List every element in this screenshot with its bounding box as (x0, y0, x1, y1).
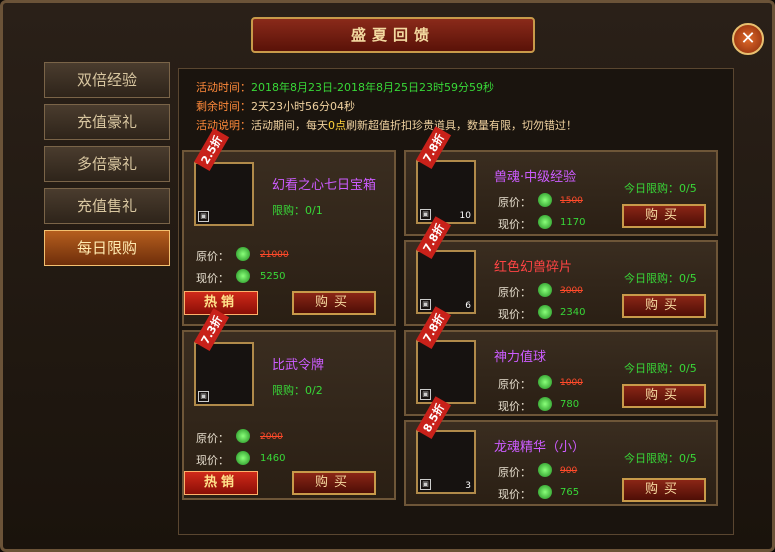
exp-orb-icon[interactable]: 7.8折 ▣ 10 (416, 126, 476, 224)
item-name: 幻看之心七日宝箱 (272, 178, 377, 193)
current-price-label: 现价： (498, 218, 531, 231)
coin-icon (538, 305, 552, 319)
desc-highlight: 0点 (328, 119, 346, 132)
original-price: 900 (560, 466, 578, 476)
remaining-label: 剩余时间： (196, 100, 251, 113)
buy-button[interactable]: 购买 (622, 294, 706, 318)
tab-recharge-gift[interactable]: 充值豪礼 (44, 104, 170, 140)
current-price-label: 现价： (196, 272, 229, 285)
coin-icon (538, 193, 552, 207)
item-quantity: 6 (465, 301, 471, 311)
original-price-label: 原价： (196, 250, 229, 263)
coin-icon (538, 397, 552, 411)
original-price-label: 原价： (498, 378, 531, 391)
item-name: 比武令牌 (272, 358, 325, 373)
current-price: 780 (560, 399, 580, 410)
coin-icon (236, 247, 250, 261)
lock-icon: ▣ (420, 299, 431, 310)
current-price: 1460 (260, 453, 286, 464)
tab-recharge-sale[interactable]: 充值售礼 (44, 188, 170, 224)
coin-icon (538, 375, 552, 389)
original-price-label: 原价： (498, 286, 531, 299)
original-price: 1000 (560, 378, 583, 388)
original-price-label: 原价： (498, 196, 531, 209)
coin-icon (538, 463, 552, 477)
item-card: 7.8折 ▣ 10 兽魂·中级经验 原价： 1500 现价： 1170 今日限购… (404, 126, 718, 236)
coin-icon (236, 269, 250, 283)
item-name: 兽魂·中级经验 (494, 170, 577, 185)
item-quantity: 10 (459, 211, 471, 221)
daily-limit: 今日限购：0/5 (624, 452, 697, 465)
item-name: 龙魂精华（小） (494, 440, 586, 455)
current-price-label: 现价： (196, 454, 229, 467)
current-price: 765 (560, 487, 580, 498)
item-card: 7.3折 ▣ 比武令牌 限购：0/2 原价： 2000 现价： 1460 热销 … (182, 308, 396, 500)
token-icon[interactable]: 7.3折 ▣ (194, 308, 254, 406)
daily-limit: 今日限购：0/5 (624, 272, 697, 285)
item-name: 红色幻兽碎片 (494, 260, 573, 275)
dragon-essence-icon[interactable]: 8.5折 ▣ 3 (416, 396, 476, 494)
buy-button[interactable]: 购买 (292, 471, 376, 495)
lock-icon: ▣ (198, 211, 209, 222)
lock-icon: ▣ (420, 389, 431, 400)
coin-icon (538, 485, 552, 499)
item-card: 2.5折 ▣ 幻看之心七日宝箱 限购：0/1 原价： 21000 现价： 525… (182, 128, 396, 326)
lotus-shard-icon[interactable]: 7.8折 ▣ 6 (416, 216, 476, 314)
buy-button[interactable]: 购买 (292, 291, 376, 315)
current-price-label: 现价： (498, 308, 531, 321)
item-card: 7.8折 ▣ 6 红色幻兽碎片 原价： 3000 现价： 2340 今日限购：0… (404, 216, 718, 326)
desc-suffix: 刷新超值折扣珍贵道具，数量有限，切勿错过！ (346, 119, 577, 132)
remaining-value: 2天23小时56分04秒 (251, 100, 355, 113)
treasure-chest-icon[interactable]: 2.5折 ▣ (194, 128, 254, 226)
time-label: 活动时间： (196, 81, 251, 94)
coin-icon (236, 451, 250, 465)
current-price: 2340 (560, 307, 586, 318)
sidebar: 双倍经验 充值豪礼 多倍豪礼 充值售礼 每日限购 (44, 62, 170, 272)
current-price: 1170 (560, 217, 586, 228)
time-value: 2018年8月23日-2018年8月25日23时59分59秒 (251, 81, 494, 94)
close-button[interactable]: ✕ (732, 23, 764, 55)
original-price: 21000 (260, 250, 289, 260)
original-price: 3000 (560, 286, 583, 296)
hot-badge: 热销 (184, 471, 258, 495)
daily-limit: 今日限购：0/5 (624, 362, 697, 375)
tab-double-exp[interactable]: 双倍经验 (44, 62, 170, 98)
item-limit: 限购：0/1 (272, 204, 323, 217)
item-quantity: 3 (465, 481, 471, 491)
coin-icon (236, 429, 250, 443)
desc-prefix: 活动期间，每天 (251, 119, 328, 132)
lock-icon: ▣ (420, 209, 431, 220)
item-card: 8.5折 ▣ 3 龙魂精华（小） 原价： 900 现价： 765 今日限购：0/… (404, 396, 718, 506)
coin-icon (538, 215, 552, 229)
tab-multi-gift[interactable]: 多倍豪礼 (44, 146, 170, 182)
event-info: 活动时间：2018年8月23日-2018年8月25日23时59分59秒 剩余时间… (196, 78, 577, 135)
tab-daily-limit[interactable]: 每日限购 (44, 230, 170, 266)
daily-limit: 今日限购：0/5 (624, 182, 697, 195)
window-title: 盛夏回馈 (251, 17, 535, 53)
original-price-label: 原价： (196, 432, 229, 445)
current-price: 5250 (260, 271, 286, 282)
hot-badge: 热销 (184, 291, 258, 315)
lock-icon: ▣ (420, 479, 431, 490)
power-orb-icon[interactable]: 7.8折 ▣ (416, 306, 476, 404)
item-card: 7.8折 ▣ 神力值球 原价： 1000 现价： 780 今日限购：0/5 购买 (404, 306, 718, 416)
buy-button[interactable]: 购买 (622, 478, 706, 502)
original-price: 2000 (260, 432, 283, 442)
item-limit: 限购：0/2 (272, 384, 323, 397)
original-price-label: 原价： (498, 466, 531, 479)
current-price-label: 现价： (498, 488, 531, 501)
buy-button[interactable]: 购买 (622, 204, 706, 228)
coin-icon (538, 283, 552, 297)
original-price: 1500 (560, 196, 583, 206)
lock-icon: ▣ (198, 391, 209, 402)
buy-button[interactable]: 购买 (622, 384, 706, 408)
current-price-label: 现价： (498, 400, 531, 413)
item-name: 神力值球 (494, 350, 547, 365)
desc-label: 活动说明： (196, 119, 251, 132)
